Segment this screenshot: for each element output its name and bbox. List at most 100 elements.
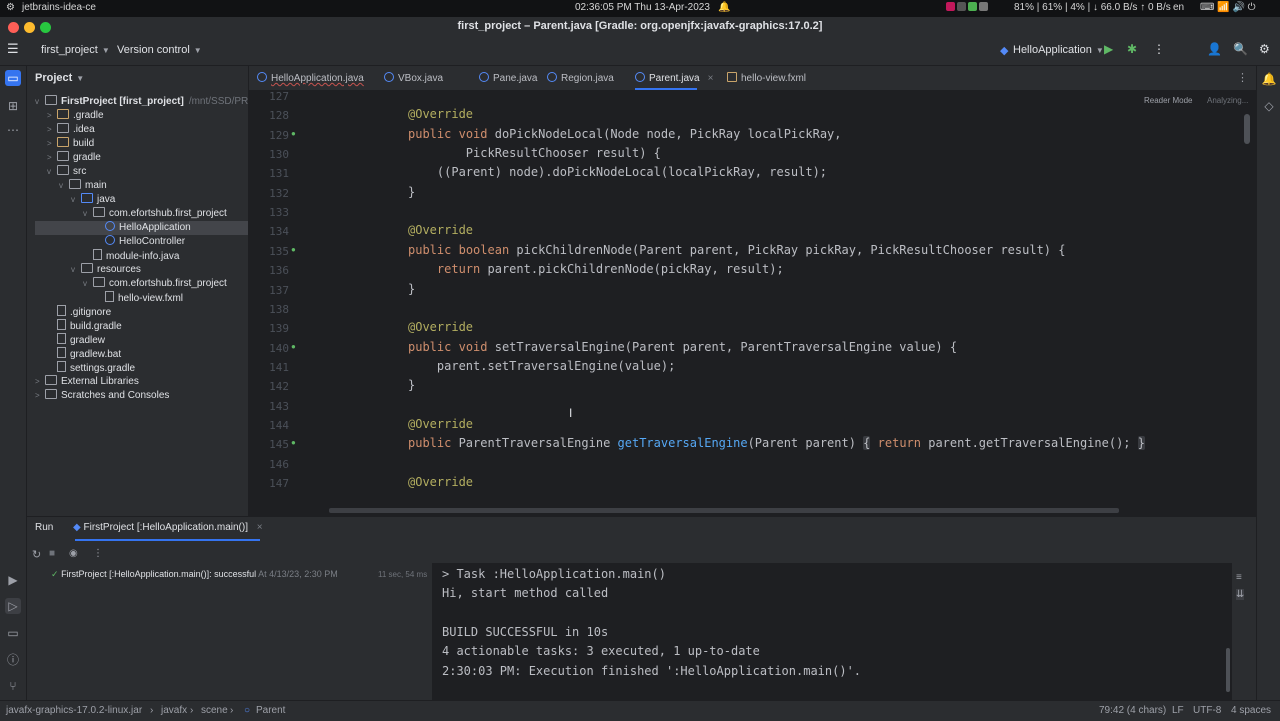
tree-item[interactable]: v com.efortshub.first_project: [83, 207, 227, 221]
problems-icon[interactable]: ⓘ: [5, 652, 21, 668]
git-icon[interactable]: ⑂: [5, 678, 21, 694]
tree-item[interactable]: v resources: [71, 263, 141, 277]
editor-tab[interactable]: hello-view.fxml: [727, 72, 806, 84]
project-selector[interactable]: first_project ▼: [41, 44, 110, 56]
code-editor[interactable]: Reader Mode Analyzing... 127 128 @Override…: [249, 90, 1256, 515]
tree-item[interactable]: HelloController: [95, 235, 185, 249]
os-clock[interactable]: 02:36:05 PM Thu 13-Apr-2023: [575, 2, 710, 13]
editor-tab[interactable]: HelloApplication.java: [257, 72, 364, 84]
more-actions-icon[interactable]: ⋮: [1153, 42, 1165, 56]
file-encoding[interactable]: UTF-8: [1193, 705, 1221, 716]
chevron-right-icon[interactable]: >: [47, 123, 57, 137]
stop-icon[interactable]: ■: [49, 548, 55, 559]
editor-tab[interactable]: Region.java: [547, 72, 614, 84]
tree-item[interactable]: module-info.java: [83, 249, 179, 263]
run-config-tab[interactable]: ◆ FirstProject [:HelloApplication.main()…: [73, 522, 263, 533]
soft-wrap-icon[interactable]: ≡: [1236, 572, 1242, 583]
window-title: first_project – Parent.java [Gradle: org…: [457, 20, 823, 32]
editor-tab[interactable]: Pane.java: [479, 72, 537, 84]
close-tab-icon[interactable]: ×: [257, 522, 263, 533]
structure-tool-icon[interactable]: ⊞: [5, 98, 21, 114]
terminal-icon[interactable]: ▭: [5, 625, 21, 641]
vcs-menu[interactable]: Version control ▼: [117, 44, 202, 56]
tree-item[interactable]: > .idea: [47, 123, 95, 137]
project-panel-title[interactable]: Project ▼: [35, 72, 84, 84]
tree-item[interactable]: > .gradle: [47, 109, 104, 123]
tree-item[interactable]: v com.efortshub.first_project: [83, 277, 227, 291]
run-tree-item[interactable]: ✓ FirstProject [:HelloApplication.main()…: [51, 569, 338, 580]
tree-item[interactable]: .gitignore: [47, 305, 111, 319]
more-tools-icon[interactable]: ⋯: [5, 122, 21, 138]
notifications-icon[interactable]: 🔔: [1261, 71, 1277, 87]
more-icon[interactable]: ⋮: [93, 548, 103, 559]
ai-assistant-icon[interactable]: ◇: [1261, 98, 1277, 114]
os-app-name[interactable]: jetbrains-idea-ce: [22, 2, 96, 13]
chevron-down-icon[interactable]: v: [83, 207, 93, 221]
chevron-right-icon[interactable]: >: [35, 389, 45, 403]
project-tool-icon[interactable]: ▭: [5, 70, 21, 86]
run-icon[interactable]: ▶: [1104, 42, 1113, 56]
add-user-icon[interactable]: 👤: [1207, 42, 1222, 56]
chevron-right-icon[interactable]: >: [47, 137, 57, 151]
chevron-right-icon[interactable]: >: [47, 109, 57, 123]
tree-item[interactable]: v FirstProject [first_project] /mnt/SSD/PR…: [35, 95, 248, 109]
nav-crumb-jar[interactable]: javafx-graphics-17.0.2-linux.jar: [6, 705, 142, 716]
tree-item[interactable]: hello-view.fxml: [95, 291, 183, 305]
override-marker-icon[interactable]: ●: [291, 438, 296, 447]
tab-options-icon[interactable]: ⋮: [1237, 71, 1248, 84]
settings-icon[interactable]: ⚙: [1259, 42, 1270, 56]
rerun-icon[interactable]: ↻: [32, 548, 41, 561]
search-icon[interactable]: 🔍: [1233, 42, 1248, 56]
indent-setting[interactable]: 4 spaces: [1231, 705, 1271, 716]
tree-item[interactable]: > Scratches and Consoles: [35, 389, 169, 403]
tree-item[interactable]: gradlew.bat: [47, 347, 121, 361]
line-ending[interactable]: LF: [1172, 705, 1184, 716]
hamburger-menu-icon[interactable]: ☰: [7, 41, 19, 57]
nav-crumb-package[interactable]: javafx: [161, 705, 187, 716]
tree-item[interactable]: gradlew: [47, 333, 105, 347]
chevron-down-icon[interactable]: v: [71, 193, 81, 207]
chevron-down-icon[interactable]: v: [83, 277, 93, 291]
tray-icons[interactable]: [946, 2, 990, 13]
override-marker-icon[interactable]: ●: [291, 129, 296, 138]
close-tab-icon[interactable]: ×: [708, 73, 714, 84]
scroll-to-end-icon[interactable]: ⇊: [1236, 589, 1245, 600]
tree-item[interactable]: v src: [47, 165, 86, 179]
console-scrollbar[interactable]: [1226, 648, 1230, 692]
chevron-down-icon[interactable]: v: [71, 263, 81, 277]
nav-crumb-subpackage[interactable]: scene: [201, 705, 228, 716]
tree-item[interactable]: build.gradle: [47, 319, 122, 333]
chevron-down-icon[interactable]: v: [35, 95, 45, 109]
reader-mode-button[interactable]: Reader Mode: [1144, 96, 1192, 105]
system-tray-icons[interactable]: ⌨ 📶 🔊 ⏻: [1200, 2, 1256, 13]
tree-item[interactable]: v main: [59, 179, 107, 193]
console-output[interactable]: > Task :HelloApplication.main() Hi, start…: [432, 563, 1232, 700]
chevron-down-icon[interactable]: v: [59, 179, 69, 193]
run-tool-icon[interactable]: ▷: [5, 598, 21, 614]
nav-crumb-class[interactable]: Parent: [256, 705, 285, 716]
tree-item[interactable]: settings.gradle: [47, 361, 135, 375]
chevron-right-icon[interactable]: >: [47, 151, 57, 165]
vertical-scrollbar[interactable]: [1244, 114, 1250, 144]
run-config-selector[interactable]: HelloApplication ▼: [1013, 44, 1104, 56]
override-marker-icon[interactable]: ●: [291, 245, 296, 254]
caret-position[interactable]: 79:42 (4 chars): [1099, 705, 1166, 716]
chevron-down-icon[interactable]: v: [47, 165, 57, 179]
editor-tab[interactable]: VBox.java: [384, 72, 443, 84]
editor-tab[interactable]: Parent.java ×: [635, 72, 714, 90]
chevron-right-icon[interactable]: >: [35, 375, 45, 389]
debug-icon[interactable]: ✱: [1127, 42, 1137, 56]
tree-item[interactable]: > build: [47, 137, 94, 151]
view-icon[interactable]: ◉: [69, 548, 78, 559]
tree-item[interactable]: > External Libraries: [35, 375, 139, 389]
services-icon[interactable]: ▶: [5, 572, 21, 588]
horizontal-scrollbar[interactable]: [329, 508, 1119, 513]
tree-item[interactable]: v java: [71, 193, 115, 207]
tree-item[interactable]: > gradle: [47, 151, 101, 165]
override-marker-icon[interactable]: ●: [291, 342, 296, 351]
keyboard-language[interactable]: en: [1173, 2, 1184, 13]
bell-icon[interactable]: 🔔: [718, 2, 730, 13]
os-menu-icon[interactable]: ⚙: [6, 2, 15, 13]
run-panel-tab[interactable]: Run: [35, 522, 53, 533]
tree-item[interactable]: HelloApplication: [35, 221, 248, 235]
